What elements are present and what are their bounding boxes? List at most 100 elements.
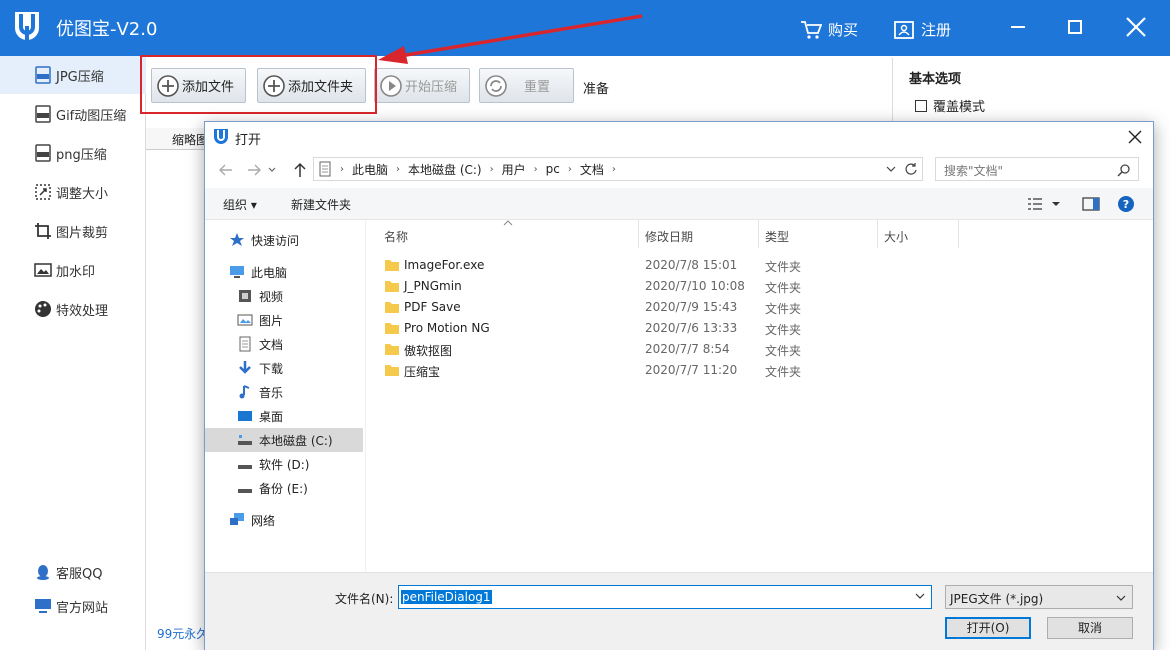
sidebar-item-label: 图片裁剪 [56,222,108,241]
breadcrumb-item[interactable]: 本地磁盘 (C:) [408,161,482,178]
reset-button[interactable]: 重置 [479,68,574,103]
sidebar-item-label: 特效处理 [56,300,108,319]
sort-asc-icon [503,220,513,226]
nav-label: 软件 (D:) [259,456,309,473]
file-date: 2020/7/9 15:43 [645,300,737,314]
document-icon [237,336,253,352]
nav-label: 桌面 [259,408,283,425]
register-button[interactable]: 注册 [893,19,951,40]
organize-menu[interactable]: 组织 ▾ [223,196,257,213]
nav-item-drive-c[interactable]: 本地磁盘 (C:) [205,428,363,452]
nav-label: 网络 [251,512,275,529]
breadcrumb-item[interactable]: 用户 [502,161,526,178]
support-qq-link[interactable]: 客服QQ [0,553,146,591]
app-title: 优图宝-V2.0 [56,15,157,41]
sidebar-item-png[interactable]: png压缩 [0,134,146,172]
reset-label: 重置 [524,76,550,95]
file-row[interactable]: ImageFor.exe 2020/7/8 15:01 文件夹 [380,255,1154,276]
breadcrumb-item[interactable]: pc [546,162,560,176]
open-file-dialog: 打开 › 此电脑 › 本地磁盘 (C:) › 用户 › pc › 文档 › 搜索… [204,121,1154,650]
sidebar-item-effects[interactable]: 特效处理 [0,290,146,328]
filename-input[interactable]: penFileDialog1 [398,585,932,609]
png-icon [34,144,52,162]
column-size[interactable]: 大小 [884,228,908,248]
preview-pane-icon[interactable] [1082,196,1100,212]
column-type[interactable]: 类型 [765,228,789,248]
file-name: 压缩宝 [404,363,440,380]
new-folder-button[interactable]: 新建文件夹 [291,196,351,213]
document-icon [318,161,332,177]
folder-icon [384,342,400,356]
sidebar-item-gif[interactable]: Gif动图压缩 [0,95,146,133]
refresh-icon[interactable] [904,162,918,176]
folder-icon [384,321,400,335]
file-type: 文件夹 [765,321,801,338]
file-date: 2020/7/10 10:08 [645,279,745,293]
cancel-button[interactable]: 取消 [1047,617,1133,639]
breadcrumb-item[interactable]: 此电脑 [352,161,388,178]
nav-item-videos[interactable]: 视频 [237,284,363,308]
nav-item-network[interactable]: 网络 [229,508,359,532]
search-input[interactable]: 搜索"文档" [935,157,1139,181]
sidebar-item-watermark[interactable]: 加水印 [0,251,146,289]
column-name[interactable]: 名称 [384,228,408,248]
command-bar: 组织 ▾ 新建文件夹 ? [205,188,1153,220]
file-row[interactable]: Pro Motion NG 2020/7/6 13:33 文件夹 [380,318,1154,339]
file-type: 文件夹 [765,258,801,275]
up-arrow-icon[interactable] [291,161,309,179]
nav-item-this-pc[interactable]: 此电脑 [229,260,359,284]
play-icon [379,74,403,98]
nav-item-quick-access[interactable]: 快速访问 [229,228,359,252]
start-compress-label: 开始压缩 [405,76,457,95]
forward-arrow-icon[interactable] [245,161,263,179]
file-row[interactable]: 傲软抠图 2020/7/7 8:54 文件夹 [380,339,1154,360]
sidebar-item-label: 调整大小 [56,183,108,202]
nav-item-music[interactable]: 音乐 [237,380,363,404]
network-icon [229,512,245,528]
file-row[interactable]: PDF Save 2020/7/9 15:43 文件夹 [380,297,1154,318]
nav-item-desktop[interactable]: 桌面 [237,404,363,428]
maximize-icon[interactable] [1062,14,1088,40]
back-arrow-icon[interactable] [217,161,235,179]
file-row[interactable]: J_PNGmin 2020/7/10 10:08 文件夹 [380,276,1154,297]
crop-icon [34,222,52,240]
chevron-down-icon[interactable] [267,161,277,179]
buy-button[interactable]: 购买 [800,19,858,40]
file-type: 文件夹 [765,342,801,359]
breadcrumb-item[interactable]: 文档 [580,161,604,178]
folder-icon [384,258,400,272]
close-icon[interactable] [1127,129,1143,145]
file-row[interactable]: 压缩宝 2020/7/7 11:20 文件夹 [380,360,1154,381]
chevron-down-icon[interactable] [1051,200,1061,208]
view-options-icon[interactable] [1027,197,1043,211]
filetype-select[interactable]: JPEG文件 (*.jpg) [945,585,1133,609]
sidebar: JPG压缩 Gif动图压缩 png压缩 调整大小 图片裁剪 加水印 特效处理 客… [0,56,146,650]
open-button[interactable]: 打开(O) [945,617,1031,639]
file-list: 名称 修改日期 类型 大小 ImageFor.exe 2020/7/8 15:0… [365,220,1153,572]
app-logo-icon [12,10,42,44]
help-icon[interactable]: ? [1117,195,1135,213]
checkbox-box[interactable] [915,100,927,112]
minimize-icon[interactable] [1005,14,1031,40]
folder-icon [384,279,400,293]
chevron-down-icon[interactable] [886,165,896,173]
overwrite-checkbox[interactable]: 覆盖模式 [915,96,985,115]
register-icon [893,20,915,40]
chevron-down-icon[interactable] [915,591,925,601]
promo-link[interactable]: 99元永久 [157,625,208,642]
search-icon[interactable] [1117,163,1131,177]
column-date[interactable]: 修改日期 [645,228,693,248]
close-icon[interactable] [1123,14,1149,40]
nav-item-pictures[interactable]: 图片 [237,308,363,332]
sidebar-item-resize[interactable]: 调整大小 [0,173,146,211]
start-compress-button[interactable]: 开始压缩 [374,68,470,103]
address-bar[interactable]: › 此电脑 › 本地磁盘 (C:) › 用户 › pc › 文档 › [313,157,923,181]
nav-item-documents[interactable]: 文档 [237,332,363,356]
nav-item-drive-e[interactable]: 备份 (E:) [237,476,363,500]
music-icon [237,384,253,400]
sidebar-item-crop[interactable]: 图片裁剪 [0,212,146,250]
website-link[interactable]: 官方网站 [0,587,146,625]
nav-item-drive-d[interactable]: 软件 (D:) [237,452,363,476]
nav-item-downloads[interactable]: 下载 [237,356,363,380]
sidebar-item-jpg[interactable]: JPG压缩 [0,56,146,94]
